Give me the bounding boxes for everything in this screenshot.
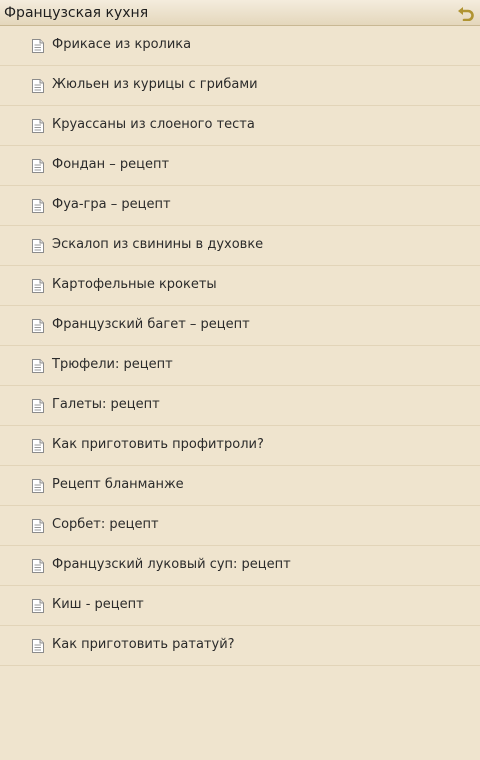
list-item[interactable]: Рецепт бланманже xyxy=(0,466,480,506)
list-item-label: Рецепт бланманже xyxy=(52,477,184,492)
list-item-label: Галеты: рецепт xyxy=(52,397,160,412)
list-item[interactable]: Как приготовить рататуй? xyxy=(0,626,480,666)
list-item[interactable]: Жюльен из курицы с грибами xyxy=(0,66,480,106)
app-screen: Французская кухня Фрикасе из кролика Жюль… xyxy=(0,0,480,760)
list-item-label: Французский багет – рецепт xyxy=(52,317,250,332)
list-item-label: Фондан – рецепт xyxy=(52,157,170,172)
list-item[interactable]: Трюфели: рецепт xyxy=(0,346,480,386)
document-icon xyxy=(32,278,44,293)
list-item[interactable]: Галеты: рецепт xyxy=(0,386,480,426)
list-item-label: Фрикасе из кролика xyxy=(52,37,192,52)
document-icon xyxy=(32,78,44,93)
list-item[interactable]: Фрикасе из кролика xyxy=(0,26,480,66)
list-item-label: Киш - рецепт xyxy=(52,597,144,612)
list-item-label: Картофельные крокеты xyxy=(52,277,217,292)
document-icon xyxy=(32,398,44,413)
recipe-list: Фрикасе из кролика Жюльен из курицы с гри… xyxy=(0,26,480,666)
document-icon xyxy=(32,438,44,453)
document-icon xyxy=(32,318,44,333)
document-icon xyxy=(32,158,44,173)
list-item[interactable]: Картофельные крокеты xyxy=(0,266,480,306)
list-item[interactable]: Фуа-гра – рецепт xyxy=(0,186,480,226)
undo-arrow-icon xyxy=(458,7,474,21)
list-item[interactable]: Фондан – рецепт xyxy=(0,146,480,186)
document-icon xyxy=(32,638,44,653)
list-item-label: Французский луковый суп: рецепт xyxy=(52,557,291,572)
list-item-label: Сорбет: рецепт xyxy=(52,517,159,532)
document-icon xyxy=(32,38,44,53)
list-item[interactable]: Сорбет: рецепт xyxy=(0,506,480,546)
document-icon xyxy=(32,598,44,613)
list-item-label: Фуа-гра – рецепт xyxy=(52,197,171,212)
list-item-label: Эскалоп из свинины в духовке xyxy=(52,237,264,252)
document-icon xyxy=(32,238,44,253)
list-item-label: Круассаны из слоеного теста xyxy=(52,117,255,132)
list-item[interactable]: Круассаны из слоеного теста xyxy=(0,106,480,146)
list-item[interactable]: Эскалоп из свинины в духовке xyxy=(0,226,480,266)
document-icon xyxy=(32,558,44,573)
list-item-label: Как приготовить рататуй? xyxy=(52,637,235,652)
list-item[interactable]: Французский луковый суп: рецепт xyxy=(0,546,480,586)
title-bar: Французская кухня xyxy=(0,0,480,26)
document-icon xyxy=(32,478,44,493)
list-item-label: Жюльен из курицы с грибами xyxy=(52,77,258,92)
list-item[interactable]: Как приготовить профитроли? xyxy=(0,426,480,466)
list-item[interactable]: Французский багет – рецепт xyxy=(0,306,480,346)
document-icon xyxy=(32,518,44,533)
page-title: Французская кухня xyxy=(4,5,149,21)
document-icon xyxy=(32,118,44,133)
list-item-label: Как приготовить профитроли? xyxy=(52,437,264,452)
document-icon xyxy=(32,198,44,213)
document-icon xyxy=(32,358,44,373)
back-button[interactable] xyxy=(456,3,476,23)
list-item-label: Трюфели: рецепт xyxy=(52,357,173,372)
list-item[interactable]: Киш - рецепт xyxy=(0,586,480,626)
